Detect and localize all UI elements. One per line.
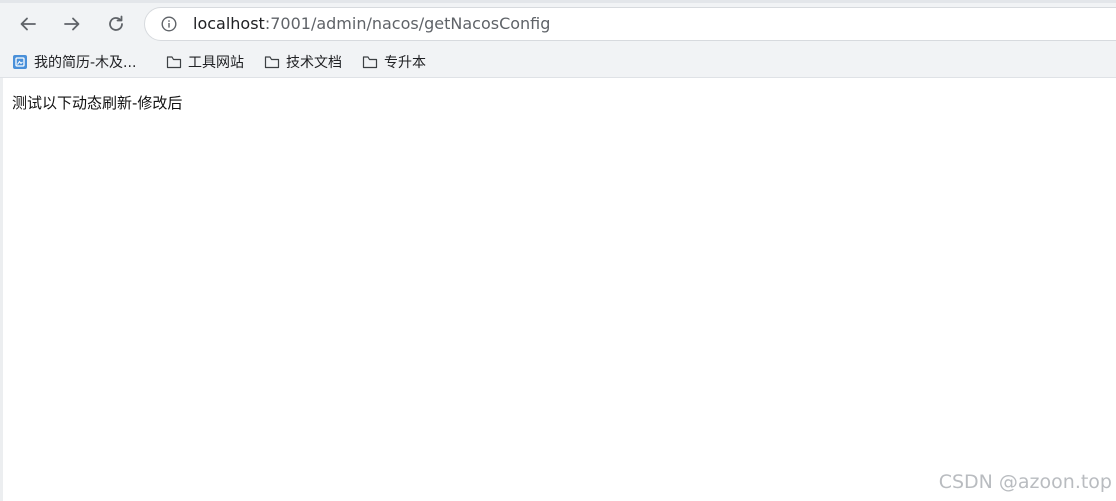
browser-window: localhost:7001/admin/nacos/getNacosConfi… [0, 0, 1116, 501]
forward-button[interactable] [56, 8, 88, 40]
bookmark-folder-upgrade[interactable]: 专升本 [362, 52, 426, 72]
watermark: CSDN @azoon.top [938, 471, 1112, 493]
site-favicon-icon [12, 54, 28, 70]
url-host: localhost [193, 14, 265, 33]
folder-icon [362, 54, 378, 70]
bookmark-folder-tools[interactable]: 工具网站 [166, 52, 244, 72]
page-content: 测试以下动态刷新-修改后 CSDN @azoon.top [0, 78, 1116, 501]
arrow-left-icon [20, 17, 36, 31]
arrow-right-icon [64, 17, 80, 31]
browser-toolbar: localhost:7001/admin/nacos/getNacosConfi… [0, 3, 1116, 45]
bookmark-label: 工具网站 [188, 55, 244, 71]
bookmark-label: 我的简历-木及... [34, 55, 137, 71]
bookmark-resume[interactable]: 我的简历-木及... [12, 52, 136, 72]
info-icon[interactable] [161, 16, 177, 32]
url-path: :7001/admin/nacos/getNacosConfig [264, 14, 551, 33]
folder-icon [166, 54, 182, 70]
bookmark-label: 专升本 [384, 55, 426, 71]
reload-button[interactable] [100, 8, 132, 40]
bookmarks-bar: 我的简历-木及... 工具网站 技术文档 专升本 [0, 45, 1116, 78]
folder-icon [264, 54, 280, 70]
back-button[interactable] [12, 8, 44, 40]
response-text: 测试以下动态刷新-修改后 [12, 94, 183, 112]
url-text[interactable]: localhost:7001/admin/nacos/getNacosConfi… [193, 15, 550, 33]
bookmark-folder-docs[interactable]: 技术文档 [264, 52, 342, 72]
bookmark-label: 技术文档 [286, 55, 342, 71]
reload-icon [109, 15, 123, 31]
address-bar[interactable]: localhost:7001/admin/nacos/getNacosConfi… [144, 7, 1116, 41]
